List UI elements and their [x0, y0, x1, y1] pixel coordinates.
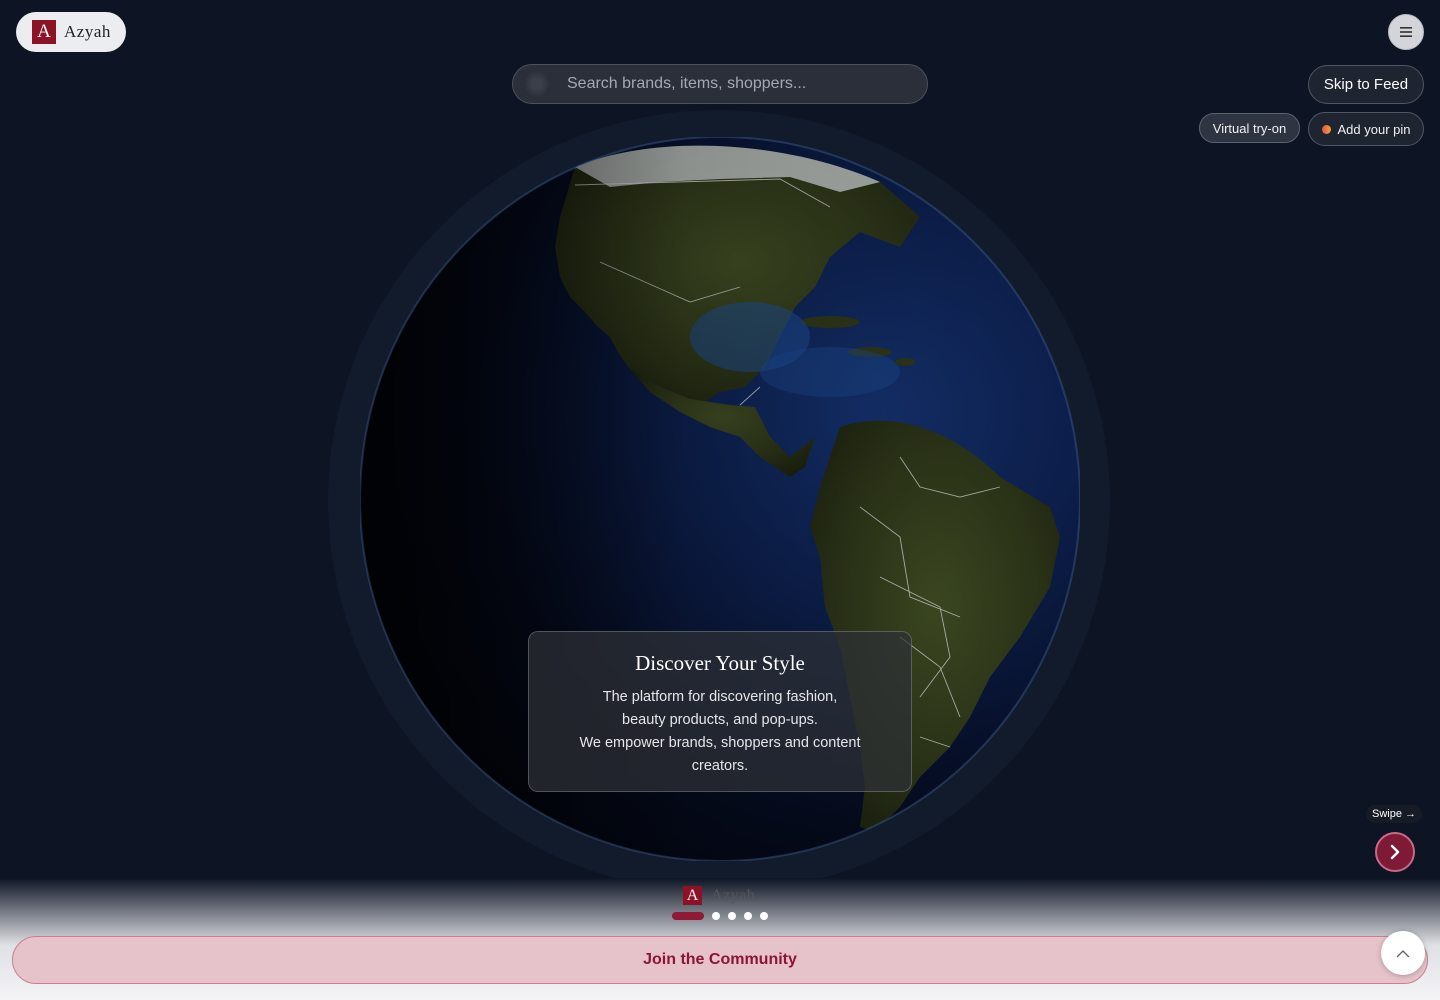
skip-to-feed-button[interactable]: Skip to Feed	[1308, 65, 1424, 104]
join-community-button[interactable]: Join the Community	[12, 936, 1428, 984]
logo-button[interactable]: A Azyah	[16, 12, 126, 52]
hero-title: Discover Your Style	[635, 651, 805, 675]
pagination-dot[interactable]	[728, 911, 736, 920]
hero-line: We empower brands, shoppers and content …	[579, 735, 861, 774]
footer-logo: A Azyah	[683, 886, 755, 905]
pagination-dot[interactable]	[712, 911, 720, 920]
pagination-dot[interactable]	[744, 911, 752, 920]
hero-line: The platform for discovering fashion,	[602, 689, 838, 705]
add-pin-label: Add your pin	[1337, 121, 1411, 137]
search-input[interactable]	[565, 74, 909, 94]
hero-description: The platform for discovering fashion, be…	[529, 686, 911, 778]
carousel-pagination	[672, 911, 768, 920]
swipe-hint: Swipe →	[1366, 805, 1422, 823]
menu-button[interactable]	[1388, 14, 1424, 50]
chevron-up-icon	[1396, 949, 1410, 957]
chevron-right-icon	[1390, 844, 1400, 860]
pin-icon	[1321, 124, 1331, 134]
logo-text: Azyah	[64, 22, 111, 41]
next-slide-button[interactable]	[1375, 832, 1415, 872]
search-bar[interactable]	[512, 64, 928, 104]
pagination-dot-active[interactable]	[672, 911, 704, 920]
pagination-dot[interactable]	[760, 911, 768, 920]
hero-line: beauty products, and pop-ups.	[622, 712, 818, 728]
logo-text: Azyah	[711, 886, 756, 904]
search-icon	[525, 72, 549, 96]
add-pin-button[interactable]: Add your pin	[1308, 112, 1424, 146]
hamburger-icon	[1400, 27, 1412, 37]
hero-card: Discover Your Style The platform for dis…	[528, 631, 912, 792]
logo-mark: A	[683, 886, 702, 905]
logo-mark: A	[32, 20, 56, 44]
virtual-try-on-button[interactable]: Virtual try-on	[1199, 113, 1300, 143]
scroll-to-top-button[interactable]	[1381, 931, 1425, 975]
